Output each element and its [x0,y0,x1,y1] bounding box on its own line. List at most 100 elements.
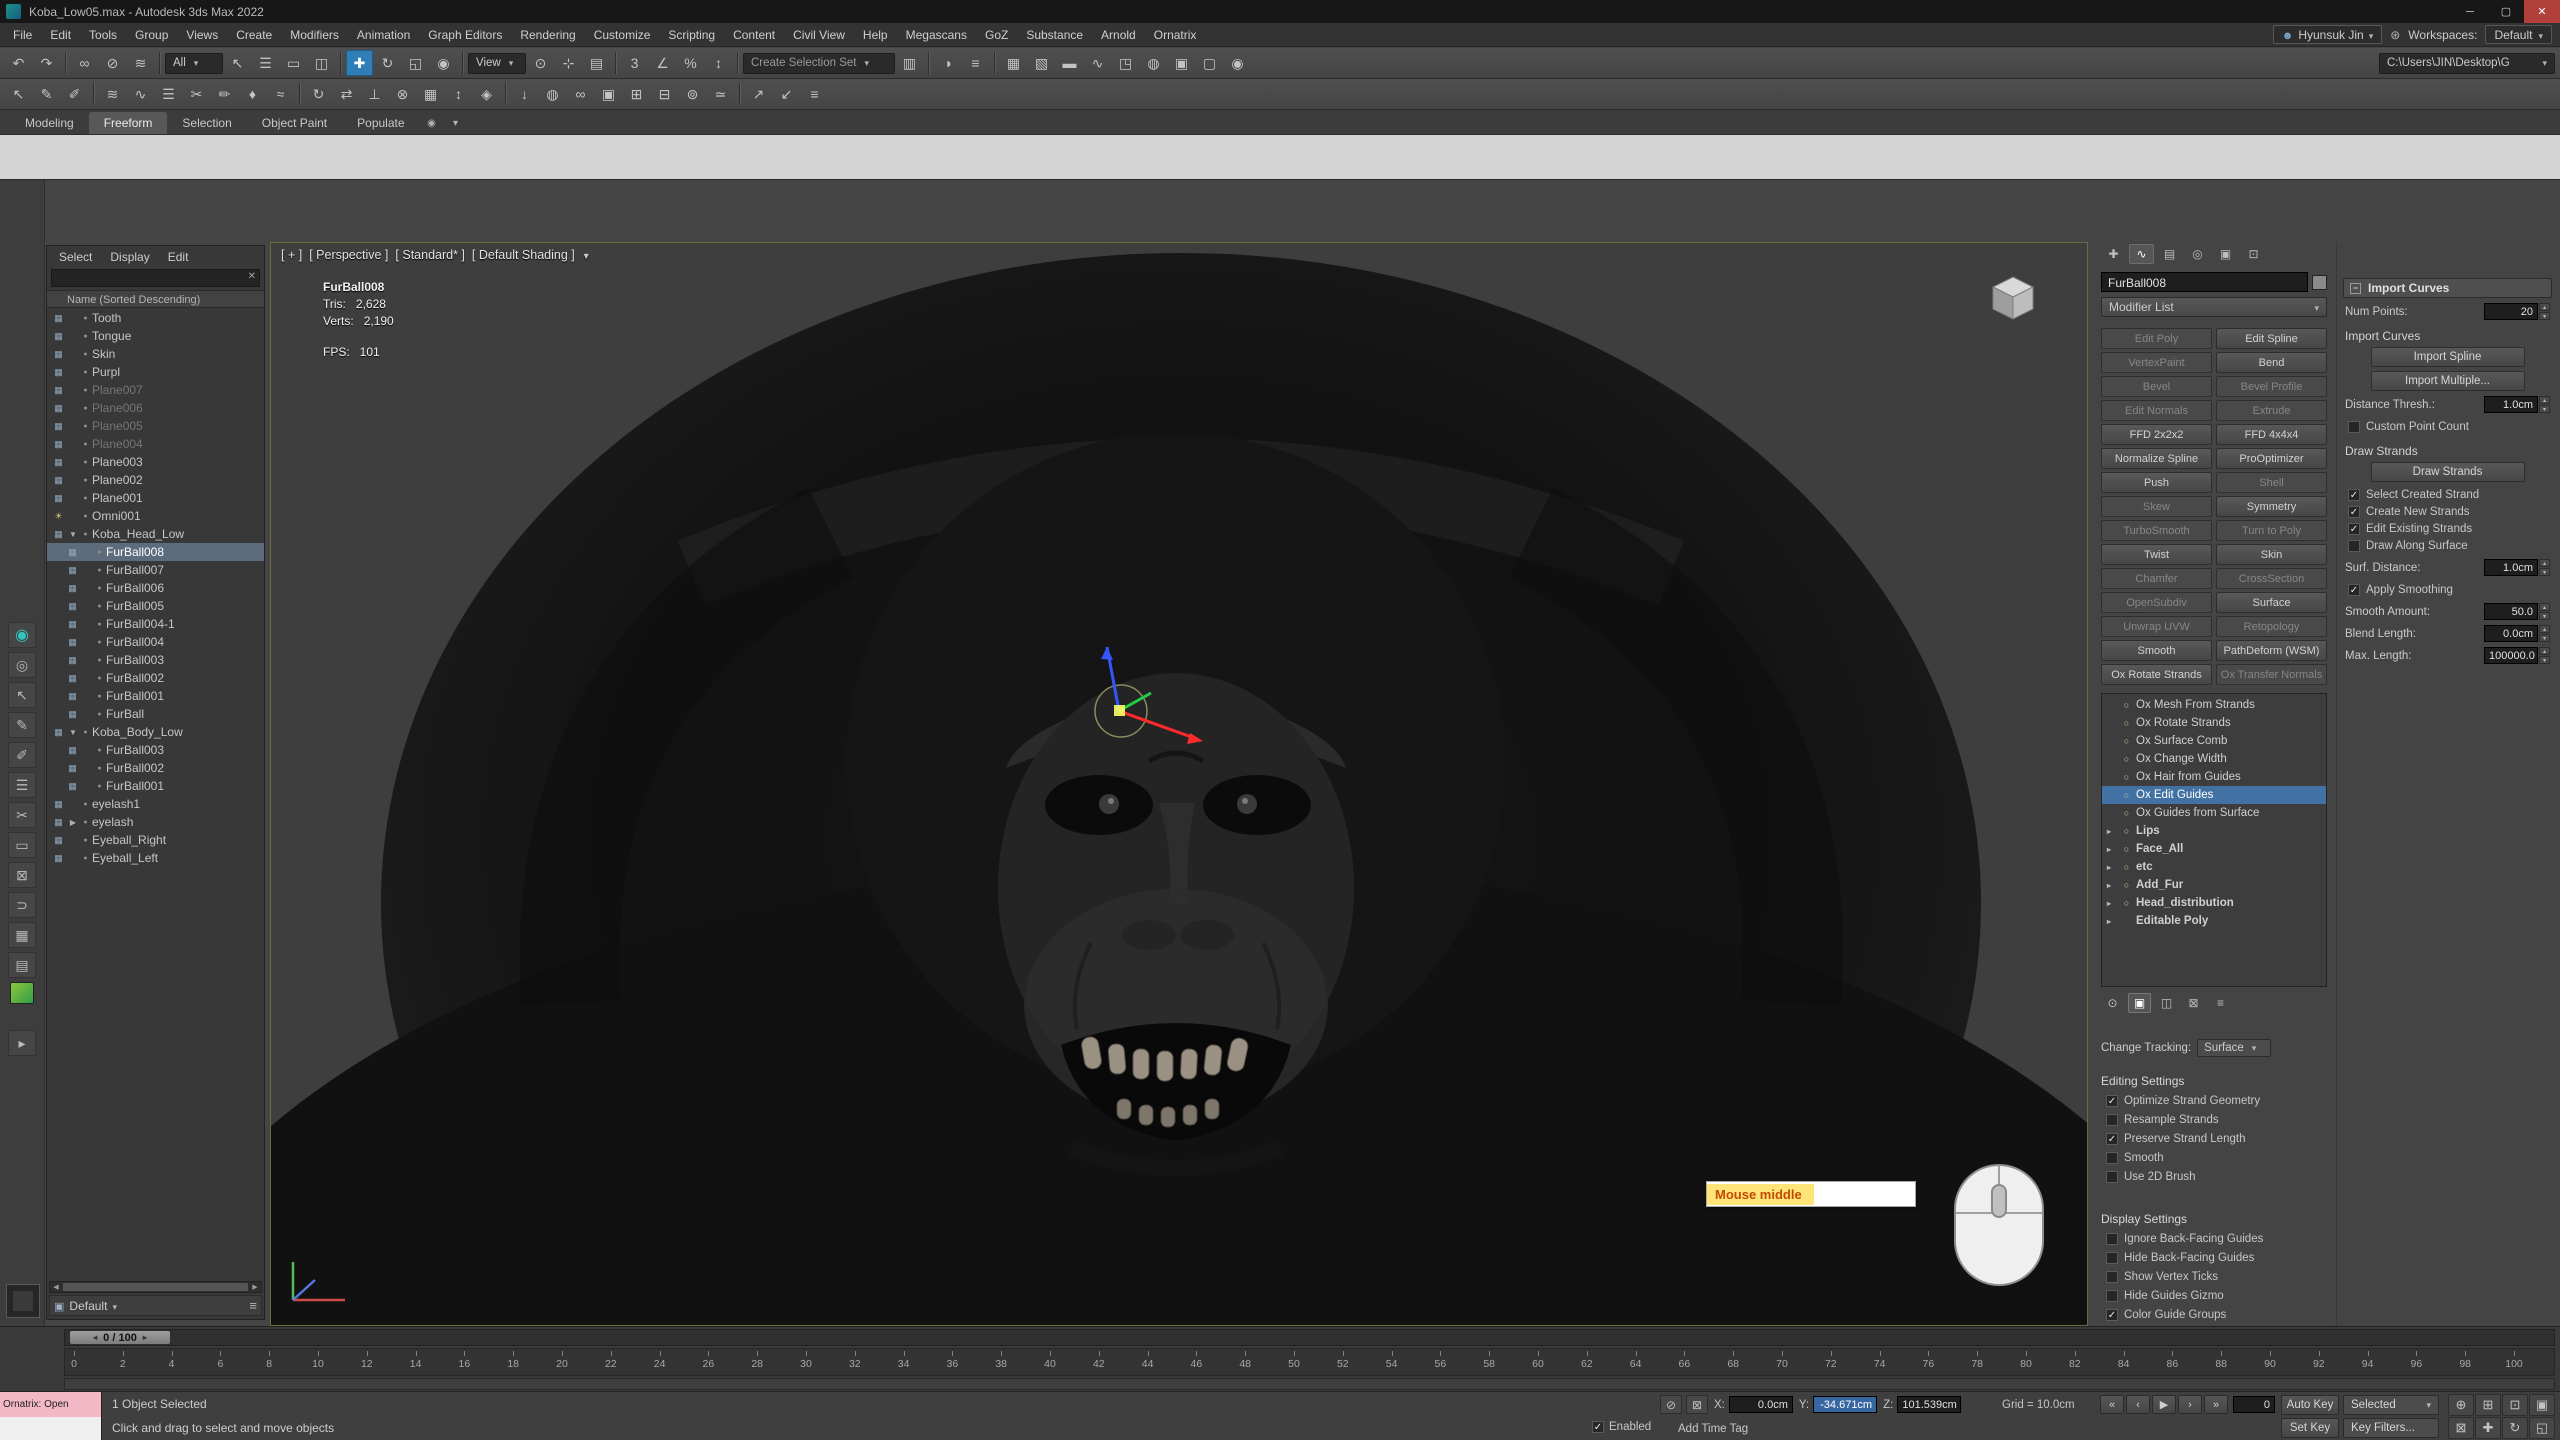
mirror-icon[interactable]: ◑ [934,50,961,76]
time-slider-handle[interactable]: 0 / 100 [70,1331,170,1344]
perspective-viewport[interactable]: [ + ][ Perspective ][ Standard* ][ Defau… [270,242,2088,1326]
checkbox-smooth[interactable]: Smooth [2101,1148,2327,1167]
ornatrix-logo-icon[interactable]: ◉ [8,622,36,648]
orbit-icon[interactable]: ↻ [2502,1417,2528,1439]
checkbox-icon[interactable] [2106,1309,2118,1321]
explorer-row[interactable]: Plane006 [47,399,264,417]
project-folder-dropdown[interactable]: C:\Users\JIN\Desktop\G [2379,53,2555,74]
blend-length-spinner[interactable]: 0.0cm [2484,625,2538,642]
visibility-dot-icon[interactable] [79,441,92,448]
viewport-label-1[interactable]: [ Perspective ] [309,248,388,262]
cut-strands-icon[interactable]: ✂ [8,802,36,828]
timeline-tick-42[interactable]: 42 [1093,1358,1105,1370]
stack-item-etc[interactable]: etc [2102,858,2326,876]
material-editor-icon[interactable]: ◍ [1140,50,1167,76]
rendered-frame-icon[interactable]: ▢ [1196,50,1223,76]
menu-create[interactable]: Create [227,23,281,46]
timeline-tick-52[interactable]: 52 [1337,1358,1349,1370]
timeline-tick-10[interactable]: 10 [312,1358,324,1370]
previous-frame-arrow-icon[interactable] [93,1333,97,1342]
explorer-row[interactable]: FurBall [47,705,264,723]
checkbox-icon[interactable] [2348,421,2360,433]
visibility-dot-icon[interactable] [93,621,106,628]
strand-brush-icon[interactable]: ✏ [211,81,238,107]
select-and-manipulate-icon[interactable]: ⊹ [555,50,582,76]
explorer-menu-icon[interactable] [249,1298,257,1313]
cut-strands-icon[interactable]: ✂ [183,81,210,107]
modifier-button-turbosmooth[interactable]: TurboSmooth [2101,520,2212,541]
menu-ornatrix[interactable]: Ornatrix [1145,23,1206,46]
pin-stack-icon[interactable]: ⊙ [2101,993,2124,1013]
checkbox-ignore-back-facing-guides[interactable]: Ignore Back-Facing Guides [2101,1229,2327,1248]
add-time-tag[interactable]: Add Time Tag [1678,1423,1748,1435]
explorer-search-input[interactable] [51,269,260,287]
select-by-name-icon[interactable]: ☰ [252,50,279,76]
explorer-row[interactable]: Omni001 [47,507,264,525]
checkbox-icon[interactable] [2348,489,2360,501]
explorer-row[interactable]: Plane004 [47,435,264,453]
modifier-bulb-icon[interactable] [2121,754,2132,764]
modifier-button-retopology[interactable]: Retopology [2216,616,2327,637]
close-button[interactable]: ✕ [2524,0,2560,23]
modifier-button-push[interactable]: Push [2101,472,2212,493]
motion-tab[interactable]: ◎ [2185,244,2210,264]
chevron-down-icon[interactable] [112,1299,117,1313]
menu-tools[interactable]: Tools [80,23,126,46]
visibility-dot-icon[interactable] [79,729,92,736]
explorer-row[interactable]: FurBall001 [47,687,264,705]
visibility-dot-icon[interactable] [79,387,92,394]
select-and-place-icon[interactable]: ◉ [430,50,457,76]
schematic-view-icon[interactable]: ◳ [1112,50,1139,76]
paint-deform-icon[interactable]: ✎ [33,81,60,107]
stack-item-ox-rotate-strands[interactable]: Ox Rotate Strands [2102,714,2326,732]
explorer-row[interactable]: Koba_Body_Low [47,723,264,741]
window-crossing-icon[interactable]: ◫ [308,50,335,76]
key-selection-set-dropdown[interactable]: Selected [2343,1395,2439,1415]
visibility-dot-icon[interactable] [79,513,92,520]
select-and-rotate-icon[interactable]: ↻ [374,50,401,76]
select-cursor-icon[interactable]: ↖ [8,682,36,708]
baked-hair-icon[interactable]: ◍ [539,81,566,107]
checkbox-custom-point-count[interactable]: Custom Point Count [2343,418,2552,435]
draw-strands-button[interactable]: Draw Strands [2371,462,2525,482]
checkbox-icon[interactable] [2106,1095,2118,1107]
go-to-end-button[interactable]: » [2204,1395,2228,1414]
surface-distance-spinner[interactable]: 1.0cm [2484,559,2538,576]
clear-search-icon[interactable] [248,271,256,282]
menu-graph-editors[interactable]: Graph Editors [419,23,511,46]
hair-from-guides-icon[interactable]: ∿ [127,81,154,107]
bind-to-space-warp-icon[interactable]: ≋ [127,50,154,76]
stack-item-ox-guides-from-surface[interactable]: Ox Guides from Surface [2102,804,2326,822]
resolve-collisions-icon[interactable]: ⊗ [389,81,416,107]
modifier-button-crosssection[interactable]: CrossSection [2216,568,2327,589]
axis-value-field[interactable]: -34.671cm [1813,1396,1877,1413]
stack-item-ox-surface-comb[interactable]: Ox Surface Comb [2102,732,2326,750]
viewport-filter-funnel-icon[interactable] [582,248,591,262]
object-name-field[interactable]: FurBall008 [2101,272,2308,292]
timeline-tick-80[interactable]: 80 [2020,1358,2032,1370]
explorer-row[interactable]: FurBall004 [47,633,264,651]
timeline-tick-98[interactable]: 98 [2459,1358,2471,1370]
select-object-icon[interactable]: ↖ [224,50,251,76]
axis-value-field[interactable]: 0.0cm [1729,1396,1793,1413]
named-selection-set-input[interactable]: Create Selection Set [743,53,895,74]
modifier-bulb-icon[interactable] [2121,844,2132,854]
visibility-dot-icon[interactable] [79,855,92,862]
timeline-tick-48[interactable]: 48 [1239,1358,1251,1370]
play-button[interactable]: ▶ [2152,1395,2176,1414]
keyboard-override-icon[interactable]: ▤ [583,50,610,76]
toggle-layer-explorer-icon[interactable]: ▧ [1028,50,1055,76]
checkbox-draw-along-surface[interactable]: Draw Along Surface [2343,537,2552,554]
strand-symmetry-icon[interactable]: ⇄ [333,81,360,107]
menu-modifiers[interactable]: Modifiers [281,23,348,46]
spinner-snap-icon[interactable]: ↕ [705,50,732,76]
modifier-button-ox-transfer-normals[interactable]: Ox Transfer Normals [2216,664,2327,685]
remove-modifier-icon[interactable]: ⊠ [2182,993,2205,1013]
explorer-row[interactable]: Eyeball_Left [47,849,264,867]
modifier-button-extrude[interactable]: Extrude [2216,400,2327,421]
align-icon[interactable]: ≡ [962,50,989,76]
explorer-row[interactable]: Plane001 [47,489,264,507]
visibility-dot-icon[interactable] [93,765,106,772]
explorer-menu-select[interactable]: Select [51,250,100,264]
visibility-dot-icon[interactable] [79,837,92,844]
